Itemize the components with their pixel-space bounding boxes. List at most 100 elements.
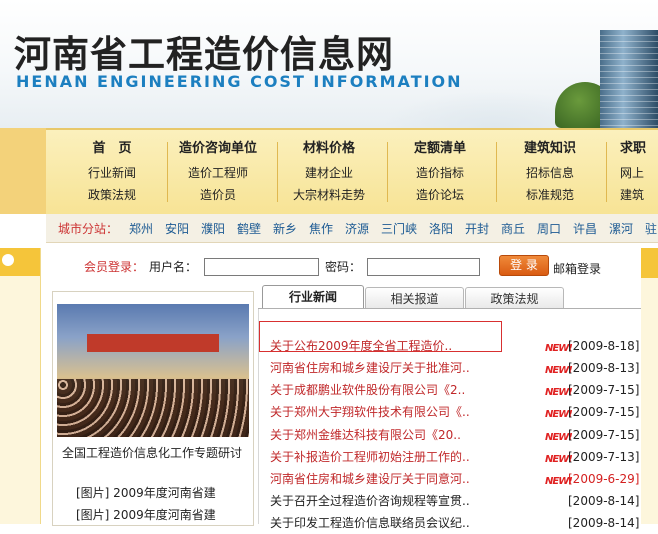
city-link[interactable]: 开封 xyxy=(465,220,489,237)
photo-audience xyxy=(57,379,249,437)
left-tab-fragment xyxy=(0,214,46,242)
news-item: 关于郑州金维达科技有限公司《20.. NEW! [2009-7-15] xyxy=(270,424,658,446)
city-link[interactable]: 焦作 xyxy=(309,220,333,237)
password-input[interactable] xyxy=(367,258,480,276)
city-link[interactable]: 许昌 xyxy=(573,220,597,237)
nav-column-consulting: 造价咨询单位 造价工程师 造价员 xyxy=(168,140,268,206)
city-link[interactable]: 周口 xyxy=(537,220,561,237)
city-bar-label: 城市分站： xyxy=(58,222,119,236)
nav-divider xyxy=(387,142,388,202)
nav-divider xyxy=(277,142,278,202)
city-link[interactable]: 商丘 xyxy=(501,220,525,237)
tab-policy-regulations[interactable]: 政策法规 xyxy=(465,287,564,309)
city-link[interactable]: 济源 xyxy=(345,220,369,237)
photo-stage-banner xyxy=(87,334,219,352)
nav-link-cost-engineer[interactable]: 造价工程师 xyxy=(168,162,268,184)
nav-link-home[interactable]: 首 页 xyxy=(62,140,162,162)
nav-link-consulting-units[interactable]: 造价咨询单位 xyxy=(168,140,268,162)
site-title: 河南省工程造价信息网 xyxy=(14,32,394,76)
news-date: [2009-8-14] xyxy=(568,494,640,508)
city-link[interactable]: 驻 xyxy=(645,220,657,237)
nav-link-standards[interactable]: 标准规范 xyxy=(500,184,600,206)
news-item: 关于郑州大宇翔软件技术有限公司《.. NEW! [2009-7-15] xyxy=(270,401,658,423)
news-title-link[interactable]: 关于印发工程造价信息联络员会议纪.. xyxy=(270,512,470,534)
nav-link-cost-staff[interactable]: 造价员 xyxy=(168,184,268,206)
city-link[interactable]: 鹤壁 xyxy=(237,220,261,237)
right-sidebar xyxy=(641,248,658,524)
circle-icon xyxy=(2,254,14,266)
news-date: [2009-6-29] xyxy=(568,472,640,486)
main-navigation: 首 页 行业新闻 政策法规 造价咨询单位 造价工程师 造价员 材料价格 建材企业… xyxy=(46,128,658,216)
mailbox-login-link[interactable]: 邮箱登录 xyxy=(553,260,601,277)
news-item: 关于公布2009年度全省工程造价.. NEW! [2009-8-18] xyxy=(270,335,658,357)
photo-news-item[interactable]: [图片] 2009年度河南省建 xyxy=(76,506,216,523)
news-item: 河南省住房和城乡建设厅关于同意河.. NEW! [2009-6-29] xyxy=(270,468,658,490)
nav-divider xyxy=(606,142,607,202)
nav-column-materials: 材料价格 建材企业 大宗材料走势 xyxy=(279,140,379,206)
news-title-link[interactable]: 关于召开全过程造价咨询规程等宣贯.. xyxy=(270,490,470,512)
nav-link-industry-news[interactable]: 行业新闻 xyxy=(62,162,162,184)
left-sidebar-header xyxy=(0,248,40,276)
nav-link-cost-indicators[interactable]: 造价指标 xyxy=(390,162,490,184)
city-link[interactable]: 漯河 xyxy=(609,220,633,237)
site-title-english: HENAN ENGINEERING COST INFORMATION xyxy=(16,72,463,91)
city-link[interactable]: 安阳 xyxy=(165,220,189,237)
photo-caption[interactable]: 全国工程造价信息化工作专题研讨 xyxy=(52,444,252,461)
news-item: 关于印发工程造价信息联络员会议纪.. [2009-8-14] xyxy=(270,512,658,534)
news-date: [2009-8-18] xyxy=(568,339,640,353)
news-title-link[interactable]: 关于郑州金维达科技有限公司《20.. xyxy=(270,424,461,446)
tab-related-reports[interactable]: 相关报道 xyxy=(365,287,464,309)
photo-news-item[interactable]: [图片] 2009年度河南省建 xyxy=(76,484,216,501)
login-button[interactable]: 登 录 xyxy=(499,255,549,276)
username-label: 用户名： xyxy=(149,260,198,274)
news-title-link[interactable]: 关于补报造价工程师初始注册工作的.. xyxy=(270,446,470,468)
city-link[interactable]: 三门峡 xyxy=(381,220,417,237)
news-item: 关于补报造价工程师初始注册工作的.. NEW! [2009-7-13] xyxy=(270,446,658,468)
news-item: 关于召开全过程造价咨询规程等宣贯.. [2009-8-14] xyxy=(270,490,658,512)
city-link[interactable]: 郑州 xyxy=(129,220,153,237)
news-title-link[interactable]: 关于成都鹏业软件股份有限公司《2.. xyxy=(270,379,465,401)
password-label: 密码： xyxy=(325,260,362,274)
nav-column-jobs: 求职 网上 建筑 xyxy=(620,140,658,206)
news-title-link[interactable]: 关于郑州大宇翔软件技术有限公司《.. xyxy=(270,401,470,423)
nav-link-tender-info[interactable]: 招标信息 xyxy=(500,162,600,184)
banner-building-image xyxy=(600,30,658,128)
nav-link-online[interactable]: 网上 xyxy=(620,162,658,184)
city-link[interactable]: 新乡 xyxy=(273,220,297,237)
left-sidebar xyxy=(0,248,41,524)
nav-link-building-knowledge[interactable]: 建筑知识 xyxy=(500,140,600,162)
news-item: 关于成都鹏业软件股份有限公司《2.. NEW! [2009-7-15] xyxy=(270,379,658,401)
nav-column-home: 首 页 行业新闻 政策法规 xyxy=(62,140,162,206)
news-title-link[interactable]: 关于公布2009年度全省工程造价.. xyxy=(270,335,452,357)
nav-column-quota: 定额清单 造价指标 造价论坛 xyxy=(390,140,490,206)
nav-link-policy[interactable]: 政策法规 xyxy=(62,184,162,206)
nav-link-quota-list[interactable]: 定额清单 xyxy=(390,140,490,162)
nav-link-cost-forum[interactable]: 造价论坛 xyxy=(390,184,490,206)
nav-link-material-prices[interactable]: 材料价格 xyxy=(279,140,379,162)
news-date: [2009-8-13] xyxy=(568,361,640,375)
nav-left-strip xyxy=(0,128,46,214)
nav-link-building[interactable]: 建筑 xyxy=(620,184,658,206)
news-title-link[interactable]: 河南省住房和城乡建设厅关于批准河.. xyxy=(270,357,470,379)
city-branch-bar: 城市分站： 郑州 安阳 濮阳 鹤壁 新乡 焦作 济源 三门峡 洛阳 开封 商丘 … xyxy=(46,214,658,243)
news-date: [2009-7-13] xyxy=(568,450,640,464)
news-date: [2009-8-14] xyxy=(568,516,640,530)
city-link[interactable]: 濮阳 xyxy=(201,220,225,237)
news-title-link[interactable]: 河南省住房和城乡建设厅关于同意河.. xyxy=(270,468,470,490)
member-login-label: 会员登录： xyxy=(84,260,145,274)
news-date: [2009-7-15] xyxy=(568,405,640,419)
header-banner: 河南省工程造价信息网 HENAN ENGINEERING COST INFORM… xyxy=(0,0,658,128)
nav-link-jobs[interactable]: 求职 xyxy=(620,140,658,162)
news-item: 河南省住房和城乡建设厅关于批准河.. NEW! [2009-8-13] xyxy=(270,357,658,379)
news-date: [2009-7-15] xyxy=(568,428,640,442)
nav-link-material-trends[interactable]: 大宗材料走势 xyxy=(279,184,379,206)
conference-photo[interactable] xyxy=(57,304,249,437)
tab-industry-news[interactable]: 行业新闻 xyxy=(262,285,364,309)
city-link[interactable]: 洛阳 xyxy=(429,220,453,237)
username-input[interactable] xyxy=(204,258,319,276)
tab-baseline xyxy=(258,308,658,309)
nav-link-material-companies[interactable]: 建材企业 xyxy=(279,162,379,184)
nav-divider xyxy=(496,142,497,202)
right-sidebar-header xyxy=(641,248,658,278)
news-date: [2009-7-15] xyxy=(568,383,640,397)
